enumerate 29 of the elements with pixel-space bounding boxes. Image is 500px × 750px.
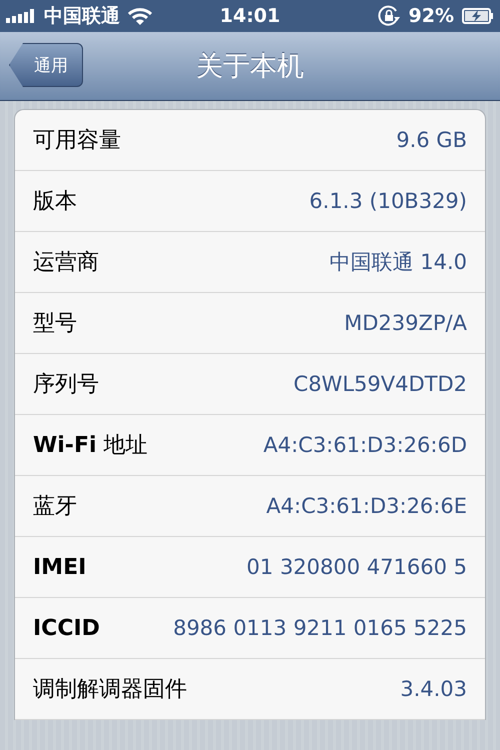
rotation-lock-icon (376, 4, 400, 28)
row-value: 8986 0113 9211 0165 5225 (173, 616, 467, 640)
row-value: A4:C3:61:D3:26:6D (263, 433, 467, 457)
row-label: 型号 (33, 310, 77, 338)
wifi-icon (128, 8, 152, 24)
carrier-name: 中国联通 (44, 4, 120, 29)
row-label: 序列号 (33, 371, 99, 399)
row-value: 3.4.03 (400, 677, 467, 701)
row-value: C8WL59V4DTD2 (294, 372, 467, 396)
battery-charging-icon (462, 8, 494, 24)
battery-percent: 92% (408, 5, 454, 27)
row-value: A4:C3:61:D3:26:6E (266, 494, 467, 518)
row-value: MD239ZP/A (344, 311, 467, 335)
row-label: 蓝牙 (33, 493, 77, 521)
row-value: 01 320800 471660 5 (246, 555, 467, 579)
row-value: 中国联通 14.0 (330, 249, 467, 276)
page-title: 关于本机 (196, 50, 304, 84)
row-value: 9.6 GB (396, 128, 467, 152)
row-label: IMEI (33, 554, 86, 580)
back-button[interactable]: 通用 (9, 43, 83, 87)
row-value: 6.1.3 (10B329) (309, 189, 467, 213)
row-label: 运营商 (33, 249, 99, 277)
row-label: 调制解调器固件 (33, 676, 187, 704)
signal-icon (6, 9, 36, 23)
row-label: 版本 (33, 188, 77, 216)
clock-time: 14:01 (220, 5, 280, 27)
row-label: Wi-Fi 地址 (33, 432, 148, 460)
row-label: 可用容量 (33, 127, 121, 155)
row-label: ICCID (33, 616, 100, 640)
